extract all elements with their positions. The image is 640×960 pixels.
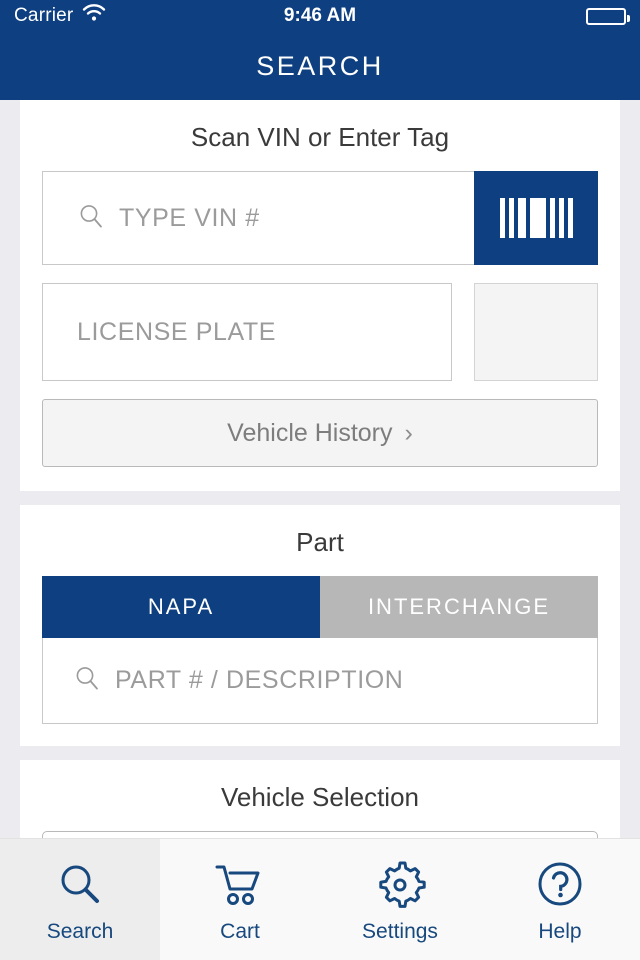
wifi-icon bbox=[82, 4, 106, 28]
tab-napa[interactable]: NAPA bbox=[42, 576, 320, 638]
status-bar: Carrier 9:46 AM bbox=[0, 0, 640, 32]
tab-search-label: Search bbox=[46, 919, 114, 943]
bottom-tab-bar: Search Cart Settings Help bbox=[0, 838, 640, 960]
tab-help[interactable]: Help bbox=[480, 839, 640, 960]
license-plate-row: LICENSE PLATE bbox=[42, 283, 598, 381]
app-screen: Carrier 9:46 AM SEARCH Scan VIN or Enter… bbox=[0, 0, 640, 960]
tab-settings-label: Settings bbox=[362, 919, 438, 943]
search-icon bbox=[77, 202, 105, 235]
part-card: Part NAPA INTERCHANGE PART # / DESCRIPTI… bbox=[20, 505, 620, 746]
license-plate-input[interactable]: LICENSE PLATE bbox=[42, 283, 452, 381]
vehicle-selection-card: Vehicle Selection bbox=[20, 760, 620, 842]
search-icon bbox=[73, 664, 101, 697]
vin-card: Scan VIN or Enter Tag TYPE VIN # LICENSE… bbox=[20, 100, 620, 491]
barcode-scan-button[interactable] bbox=[474, 171, 598, 265]
carrier-label: Carrier bbox=[14, 5, 74, 26]
status-bar-left: Carrier bbox=[14, 4, 106, 28]
vehicle-history-label: Vehicle History bbox=[227, 418, 393, 447]
scroll-content: Scan VIN or Enter Tag TYPE VIN # LICENSE… bbox=[0, 100, 640, 960]
search-icon bbox=[55, 856, 105, 914]
navigation-bar: SEARCH bbox=[0, 32, 640, 100]
tab-interchange-label: INTERCHANGE bbox=[367, 594, 551, 619]
battery-icon bbox=[586, 7, 630, 25]
question-circle-icon bbox=[534, 856, 586, 914]
part-source-tabs: NAPA INTERCHANGE bbox=[42, 576, 598, 638]
part-search-input[interactable]: PART # / DESCRIPTION bbox=[42, 638, 598, 724]
chevron-right-icon: › bbox=[404, 418, 413, 447]
tab-search[interactable]: Search bbox=[0, 839, 160, 960]
part-search-placeholder: PART # / DESCRIPTION bbox=[115, 666, 404, 694]
license-plate-camera-button[interactable] bbox=[474, 283, 598, 381]
vin-input-placeholder: TYPE VIN # bbox=[119, 203, 260, 232]
vin-input[interactable]: TYPE VIN # bbox=[42, 171, 474, 265]
tab-cart-label: Cart bbox=[220, 919, 260, 943]
tab-settings[interactable]: Settings bbox=[320, 839, 480, 960]
tab-help-label: Help bbox=[538, 919, 582, 943]
page-title: SEARCH bbox=[256, 50, 384, 81]
cart-icon bbox=[214, 856, 266, 914]
status-bar-right bbox=[586, 7, 630, 25]
tab-interchange[interactable]: INTERCHANGE bbox=[320, 576, 598, 638]
gear-icon bbox=[374, 856, 426, 914]
vehicle-selection-title: Vehicle Selection bbox=[220, 782, 420, 812]
vin-input-row: TYPE VIN # bbox=[42, 171, 598, 265]
tab-cart[interactable]: Cart bbox=[160, 839, 320, 960]
vehicle-history-button[interactable]: Vehicle History › bbox=[42, 399, 598, 467]
part-section-title: Part bbox=[296, 527, 344, 557]
vin-section-title: Scan VIN or Enter Tag bbox=[190, 122, 450, 152]
barcode-icon bbox=[499, 198, 573, 238]
tab-napa-label: NAPA bbox=[147, 594, 215, 619]
license-plate-placeholder: LICENSE PLATE bbox=[77, 317, 277, 346]
